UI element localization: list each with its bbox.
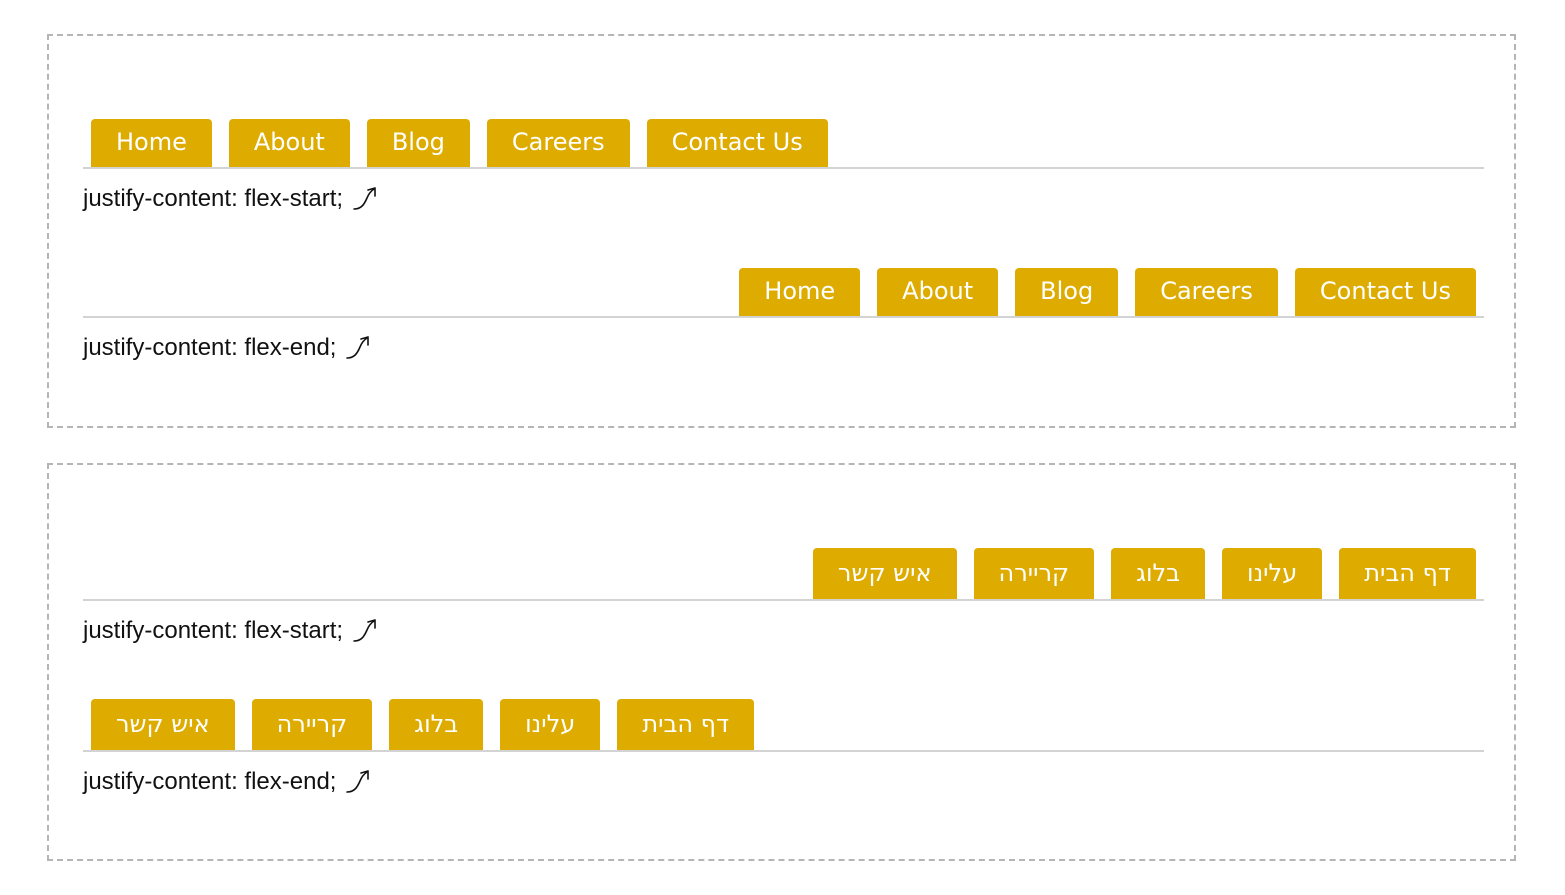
tab-careers[interactable]: קריירה <box>973 548 1095 599</box>
caption: justify-content: flex-end; <box>83 766 1484 798</box>
tab-contact-us[interactable]: Contact Us <box>646 119 828 167</box>
demo-rtl-flex-end: דף הבית עלינו בלוג קריירה איש קשר justif… <box>83 698 1484 798</box>
rtl-demo-panel: דף הבית עלינו בלוג קריירה איש קשר justif… <box>47 463 1516 861</box>
tab-blog[interactable]: בלוג <box>1111 548 1206 599</box>
tab-home[interactable]: דף הבית <box>617 699 755 750</box>
caption: justify-content: flex-start; <box>83 615 1484 647</box>
caption: justify-content: flex-start; <box>83 183 1484 215</box>
caption-text: justify-content: flex-end; <box>83 768 337 795</box>
tab-blog[interactable]: בלוג <box>389 699 484 750</box>
nav-bar: Home About Blog Careers Contact Us <box>83 268 1484 318</box>
tab-careers[interactable]: Careers <box>1135 268 1278 316</box>
tab-contact-us[interactable]: איש קשר <box>91 699 235 750</box>
caption-text: justify-content: flex-end; <box>83 334 337 361</box>
nav-bar: Home About Blog Careers Contact Us <box>83 119 1484 169</box>
tab-blog[interactable]: Blog <box>366 119 470 167</box>
ltr-demo-panel: Home About Blog Careers Contact Us justi… <box>47 34 1516 428</box>
caption-text: justify-content: flex-start; <box>83 617 344 644</box>
tab-careers[interactable]: קריירה <box>251 699 373 750</box>
tab-contact-us[interactable]: איש קשר <box>812 548 957 599</box>
tab-home[interactable]: Home <box>739 268 861 316</box>
caption-text: justify-content: flex-start; <box>83 185 344 212</box>
tab-home[interactable]: Home <box>91 119 212 167</box>
demo-ltr-flex-end: Home About Blog Careers Contact Us justi… <box>83 268 1484 364</box>
curved-arrow-up-right-icon <box>353 619 376 642</box>
nav-bar: דף הבית עלינו בלוג קריירה איש קשר <box>83 698 1484 752</box>
tab-about[interactable]: עלינו <box>500 699 601 750</box>
curved-arrow-up-right-icon <box>353 187 376 210</box>
tab-contact-us[interactable]: Contact Us <box>1294 268 1476 316</box>
demo-rtl-flex-start: דף הבית עלינו בלוג קריירה איש קשר justif… <box>83 547 1484 647</box>
tab-blog[interactable]: Blog <box>1015 268 1119 316</box>
curved-arrow-up-right-icon <box>346 770 370 793</box>
curved-arrow-up-right-icon <box>346 336 370 359</box>
tab-about[interactable]: About <box>228 119 350 167</box>
nav-bar: דף הבית עלינו בלוג קריירה איש קשר <box>83 547 1484 601</box>
demo-ltr-flex-start: Home About Blog Careers Contact Us justi… <box>83 119 1484 215</box>
tab-home[interactable]: דף הבית <box>1339 548 1476 599</box>
tab-about[interactable]: עלינו <box>1222 548 1323 599</box>
tab-about[interactable]: About <box>877 268 999 316</box>
tab-careers[interactable]: Careers <box>486 119 630 167</box>
caption: justify-content: flex-end; <box>83 332 1484 364</box>
